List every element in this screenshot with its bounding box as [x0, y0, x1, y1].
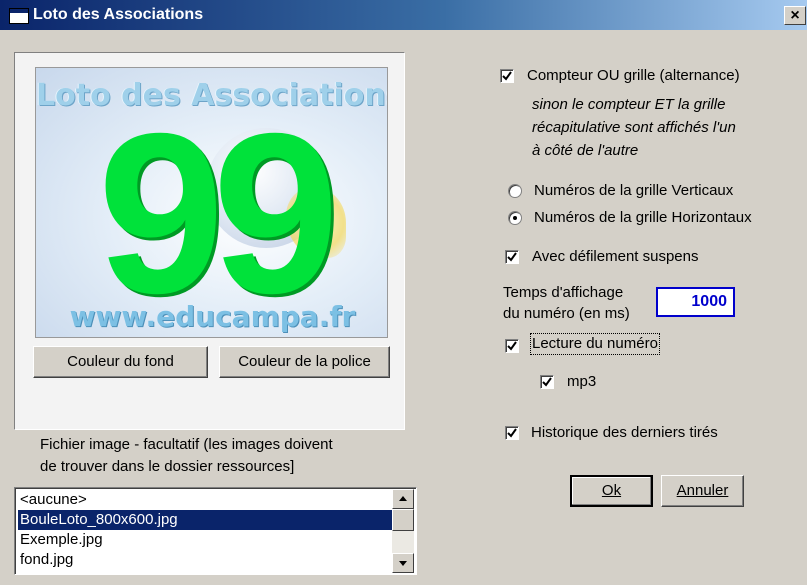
checkmark-icon — [507, 341, 517, 351]
compteur-ou-grille-label: Compteur OU grille (alternance) — [527, 67, 740, 84]
preview-image: Loto des Associations 99 www.educampa.fr — [35, 67, 388, 338]
historique-label: Historique des derniers tirés — [531, 424, 718, 441]
listbox-scrollbar[interactable] — [392, 489, 414, 573]
temps-label-line1: Temps d'affichage — [503, 284, 624, 301]
radio-selected-dot — [513, 216, 517, 220]
list-item[interactable]: fond.jpg — [18, 550, 396, 570]
radio-horizontal-label: Numéros de la grille Horizontaux — [534, 209, 752, 226]
image-file-label-line2: de trouver dans le dossier ressources] — [40, 458, 295, 475]
defilement-label: Avec défilement suspens — [532, 248, 699, 265]
cancel-button-label: Annuler — [676, 482, 729, 499]
arrow-up-icon — [399, 496, 407, 501]
temps-affichage-input[interactable]: 1000 — [656, 287, 735, 317]
radio-vertical-label: Numéros de la grille Verticaux — [534, 182, 734, 199]
preview-footer-text: www.educampa.fr — [69, 300, 356, 333]
lecture-checkbox[interactable] — [505, 339, 519, 353]
ok-button-label: Ok — [601, 482, 622, 499]
lecture-label: Lecture du numéro — [530, 333, 660, 355]
window-title: Loto des Associations — [33, 6, 204, 23]
radio-horizontal[interactable] — [508, 211, 522, 225]
image-file-label-line1: Fichier image - facultatif (les images d… — [40, 436, 333, 453]
list-item[interactable]: Exemple.jpg — [18, 530, 396, 550]
compteur-note-line3: à côté de l'autre — [532, 142, 639, 159]
mp3-label: mp3 — [567, 373, 597, 390]
cancel-button[interactable]: Annuler — [661, 475, 744, 507]
mp3-checkbox[interactable] — [540, 375, 554, 389]
historique-checkbox[interactable] — [505, 426, 519, 440]
arrow-down-icon — [399, 561, 407, 566]
radio-vertical[interactable] — [508, 184, 522, 198]
image-file-listbox[interactable]: <aucune> BouleLoto_800x600.jpg Exemple.j… — [14, 487, 417, 575]
temps-label-line2: du numéro (en ms) — [503, 305, 630, 322]
defilement-checkbox[interactable] — [505, 250, 519, 264]
list-item[interactable]: <aucune> — [18, 490, 396, 510]
window-icon — [9, 8, 29, 24]
compteur-note-line1: sinon le compteur ET la grille — [532, 96, 726, 113]
checkmark-icon — [507, 428, 517, 438]
preview-number: 99 — [97, 87, 340, 338]
checkmark-icon — [502, 71, 512, 81]
compteur-note-line2: récapitulative sont affichés l'un — [532, 119, 736, 136]
checkmark-icon — [542, 377, 552, 387]
background-color-button[interactable]: Couleur du fond — [33, 346, 208, 378]
list-item-selected[interactable]: BouleLoto_800x600.jpg — [18, 510, 396, 530]
font-color-button[interactable]: Couleur de la police — [219, 346, 390, 378]
scroll-up-button[interactable] — [392, 489, 414, 509]
close-button[interactable]: × — [784, 6, 806, 25]
ok-button[interactable]: Ok — [570, 475, 653, 507]
scroll-thumb[interactable] — [392, 509, 414, 531]
checkmark-icon — [507, 252, 517, 262]
compteur-ou-grille-checkbox[interactable] — [500, 69, 514, 83]
scroll-down-button[interactable] — [392, 553, 414, 573]
